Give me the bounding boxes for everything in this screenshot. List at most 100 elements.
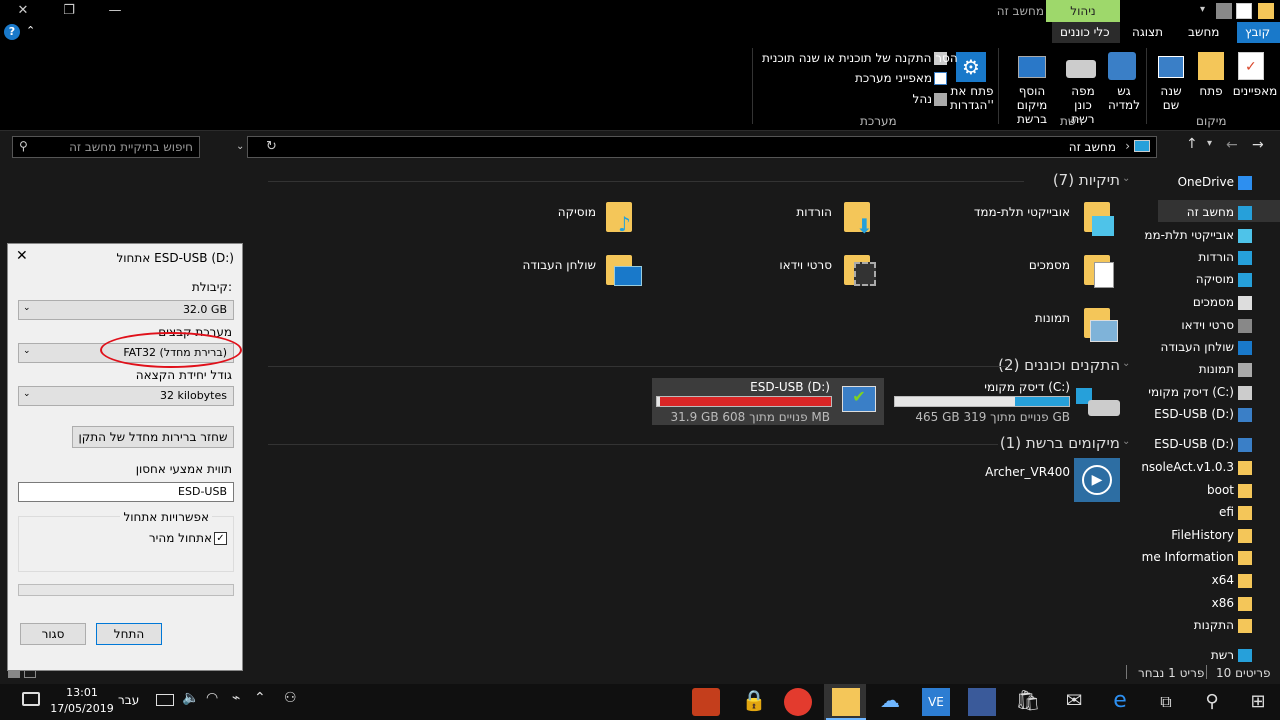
close-button[interactable]: סגור — [20, 623, 86, 645]
close-icon[interactable]: ✕ — [0, 0, 46, 22]
nav-item[interactable]: מסמכים — [1193, 295, 1234, 309]
wifi-icon[interactable]: ◠ — [206, 690, 218, 706]
system-properties-button[interactable]: מאפייני מערכת — [820, 71, 932, 85]
breadcrumb-this-pc[interactable]: מחשב זה — [1069, 140, 1116, 154]
qat-dropdown-icon[interactable]: ▾ — [1200, 4, 1212, 18]
nav-item[interactable]: רשת — [1211, 648, 1234, 662]
nav-item[interactable]: דיסק מקומי (C:) — [1148, 385, 1234, 399]
drive-d-name[interactable]: ESD-USB (D:) — [660, 380, 830, 394]
open-button[interactable]: פתח — [1194, 84, 1228, 98]
collapse-ribbon-icon[interactable]: ⌃ — [26, 24, 35, 37]
section-collapse-icon[interactable]: ⌄ — [1122, 173, 1130, 184]
folder-3d-objects[interactable]: אובייקטי תלת-ממד — [960, 205, 1070, 219]
task-view-icon[interactable]: ⧉ — [1152, 688, 1180, 716]
section-devices-header[interactable]: התקנים וכוננים (2) — [980, 356, 1120, 374]
file-explorer-icon[interactable] — [832, 688, 860, 716]
nav-item[interactable]: סרטי וידאו — [1181, 318, 1234, 332]
nav-item[interactable]: ESD-USB (D:) — [1154, 437, 1234, 451]
cloud-app-icon[interactable]: ☁ — [876, 688, 904, 716]
clock-date[interactable]: 17/05/2019 — [50, 702, 114, 715]
context-tab-manage[interactable]: ניהול — [1046, 0, 1120, 22]
tab-computer[interactable]: מחשב — [1180, 22, 1227, 43]
nav-item[interactable]: אובייקטי תלת-ממ — [1144, 228, 1234, 242]
add-network-location-button[interactable]: הוסף מיקום ברשת — [1002, 84, 1062, 126]
keyboard-icon[interactable] — [156, 694, 174, 706]
action-center-icon[interactable] — [22, 692, 40, 706]
back-icon[interactable]: → — [1252, 137, 1264, 153]
clock-time[interactable]: 13:01 — [54, 686, 110, 699]
recent-dropdown-icon[interactable]: ▾ — [1207, 138, 1212, 149]
folder-videos[interactable]: סרטי וידאו — [760, 258, 832, 272]
nav-item[interactable]: x64 — [1212, 573, 1234, 587]
address-bar[interactable]: › מחשב זה ↻ ⌄ — [236, 136, 1157, 158]
app-window-icon[interactable] — [968, 688, 996, 716]
volume-icon[interactable]: 🔈 — [182, 690, 199, 706]
nav-item[interactable]: FileHistory — [1171, 528, 1234, 542]
properties-button[interactable]: מאפיינים — [1230, 84, 1280, 98]
store-icon[interactable]: 🛍 — [1014, 688, 1042, 716]
volume-label-value: ESD-USB — [178, 485, 227, 498]
nav-item[interactable]: nsoleAct.v1.0.3 — [1141, 460, 1234, 474]
mail-icon[interactable]: ✉ — [1060, 688, 1088, 716]
dialog-close-icon[interactable]: ✕ — [16, 248, 28, 264]
rename-button[interactable]: שנה שם — [1156, 84, 1186, 112]
allocation-unit-select[interactable]: 32 kilobytes ⌄ — [18, 386, 234, 406]
section-folders-header[interactable]: תיקיות (7) — [1030, 171, 1120, 189]
up-icon[interactable]: ↑ — [1186, 136, 1198, 152]
nav-item[interactable]: x86 — [1212, 596, 1234, 610]
people-icon[interactable]: ⚇ — [284, 690, 297, 706]
edge-icon[interactable]: e — [1106, 688, 1134, 716]
search-taskbar-icon[interactable]: ⚲ — [1198, 688, 1226, 716]
nav-item[interactable]: efi — [1219, 505, 1234, 519]
folder-downloads[interactable]: הורדות — [760, 205, 832, 219]
nav-item[interactable]: me Information — [1142, 550, 1234, 564]
qat-properties-icon[interactable] — [1236, 3, 1252, 19]
nav-item[interactable]: ESD-USB (D:) — [1154, 407, 1234, 421]
minimize-icon[interactable]: — — [92, 0, 138, 22]
power-plug-icon[interactable]: ⌁ — [232, 690, 240, 706]
nav-item[interactable]: boot — [1207, 483, 1234, 497]
nav-item[interactable]: OneDrive — [1178, 175, 1234, 189]
folder-desktop[interactable]: שולחן העבודה — [500, 258, 596, 272]
volume-label-input[interactable]: ESD-USB — [18, 482, 234, 502]
tab-view[interactable]: תצוגה — [1124, 22, 1171, 43]
capacity-select[interactable]: 32.0 GB ⌄ — [18, 300, 234, 320]
quick-format-checkbox[interactable]: ✓ — [214, 532, 227, 545]
show-hidden-icons-icon[interactable]: ⌃ — [254, 690, 266, 706]
qat-undo-icon[interactable] — [1216, 3, 1232, 19]
start-icon[interactable]: ⊞ — [1244, 688, 1272, 716]
folder-pictures[interactable]: תמונות — [960, 311, 1070, 325]
forward-icon[interactable]: ← — [1226, 137, 1238, 153]
lock-app-icon[interactable]: 🔒 — [740, 688, 768, 716]
tab-drive-tools[interactable]: כלי כוננים — [1052, 22, 1120, 43]
manage-button[interactable]: נהל — [880, 92, 932, 106]
tab-file[interactable]: קובץ — [1237, 22, 1280, 43]
powerpoint-icon[interactable] — [692, 688, 720, 716]
nav-item[interactable]: מוסיקה — [1196, 272, 1234, 286]
nav-item[interactable]: התקנות — [1194, 618, 1234, 632]
search-input[interactable]: חיפוש בתיקיית מחשב זה ⚲ — [12, 136, 200, 158]
network-archer-vr400[interactable]: Archer_VR400 — [980, 465, 1070, 479]
folder-documents[interactable]: מסמכים — [960, 258, 1070, 272]
folder-music[interactable]: מוסיקה — [520, 205, 596, 219]
language-indicator[interactable]: עבר — [118, 693, 139, 707]
help-icon[interactable]: ? — [4, 24, 20, 40]
restore-defaults-button[interactable]: שחזר ברירות מחדל של התקן — [72, 426, 234, 448]
refresh-icon[interactable]: ↻ — [266, 139, 277, 154]
chrome-icon[interactable] — [784, 688, 812, 716]
start-button[interactable]: התחל — [96, 623, 162, 645]
nav-item[interactable]: תמונות — [1199, 362, 1234, 376]
vs-app-icon[interactable]: VE — [922, 688, 950, 716]
nav-item[interactable]: הורדות — [1198, 250, 1234, 264]
section-network-header[interactable]: מיקומים ברשת (1) — [980, 434, 1120, 452]
section-collapse-icon[interactable]: ⌄ — [1122, 436, 1130, 447]
open-settings-button[interactable]: פתח את 'הגדרות' — [948, 84, 996, 112]
address-dropdown-icon[interactable]: ⌄ — [236, 141, 244, 152]
nav-item[interactable]: שולחן העבודה — [1161, 340, 1234, 354]
access-media-button[interactable]: גש למדיה — [1104, 84, 1144, 112]
section-collapse-icon[interactable]: ⌄ — [1122, 358, 1130, 369]
nav-item[interactable]: מחשב זה — [1187, 205, 1234, 219]
uninstall-program-button[interactable]: הסר התקנה של תוכנית או שנה תוכנית — [762, 51, 958, 65]
drive-c-name[interactable]: דיסק מקומי (C:) — [900, 380, 1070, 394]
maximize-icon[interactable]: ❐ — [46, 0, 92, 22]
